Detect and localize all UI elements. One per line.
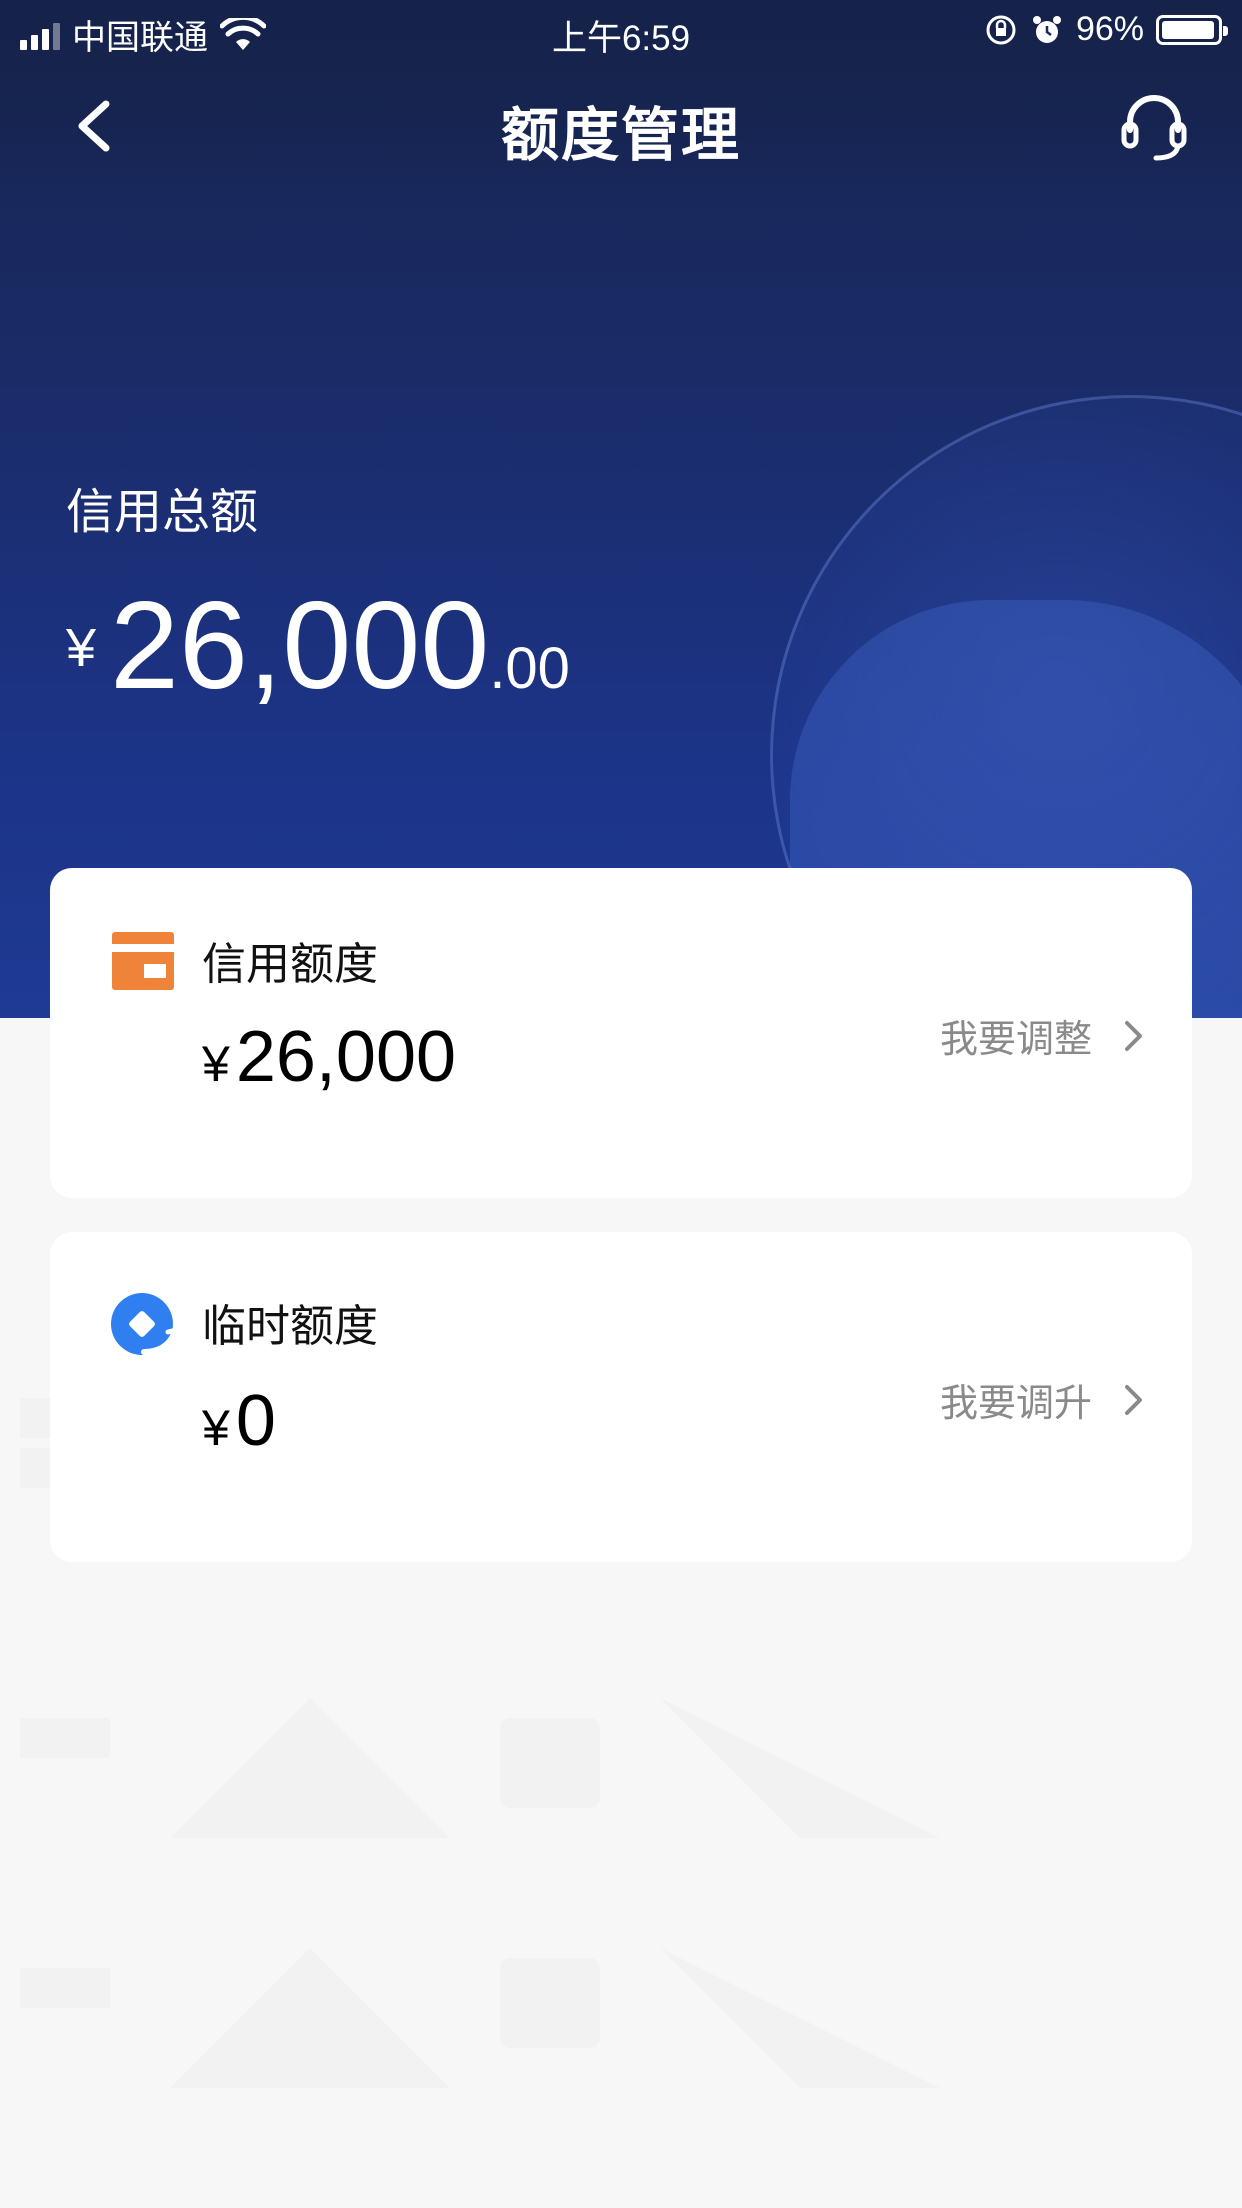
- temporary-limit-currency: ¥: [202, 1400, 230, 1456]
- status-bar: 中国联通 上午6:59 96%: [0, 0, 1242, 62]
- adjust-credit-label: 我要调整: [939, 1019, 1092, 1061]
- credit-limit-currency: ¥: [202, 1036, 230, 1092]
- credit-limit-title: 信用额度: [202, 940, 378, 989]
- chevron-right-icon: [1125, 1384, 1142, 1415]
- card-icon: [112, 932, 174, 990]
- temporary-limit-title: 临时额度: [202, 1302, 378, 1351]
- status-right: 96%: [984, 10, 1228, 49]
- temp-credit-icon: [111, 1293, 181, 1355]
- credit-limit-amount: ¥26,000: [202, 1016, 456, 1098]
- total-currency-symbol: ¥: [66, 618, 97, 678]
- orientation-lock-icon: [986, 15, 1016, 44]
- adjust-credit-button[interactable]: 我要调整: [940, 1008, 1146, 1063]
- nav-bar: 额度管理: [0, 62, 1242, 188]
- credit-limit-card[interactable]: 信用额度 ¥26,000 我要调整: [50, 868, 1192, 1198]
- battery-icon: [1156, 14, 1228, 45]
- temporary-limit-card[interactable]: 临时额度 ¥0 我要调升: [50, 1232, 1192, 1562]
- total-amount-integer: 26,000: [110, 577, 490, 715]
- total-amount-decimal: .00: [489, 636, 570, 701]
- battery-percent: 96%: [1075, 10, 1144, 48]
- page-title: 额度管理: [500, 103, 741, 168]
- total-credit-amount: ¥26,000.00: [66, 575, 570, 717]
- temporary-limit-value: 0: [235, 1381, 276, 1461]
- raise-temp-limit-button[interactable]: 我要调升: [940, 1372, 1146, 1427]
- alarm-icon: [1032, 15, 1061, 43]
- raise-temp-limit-label: 我要调升: [939, 1383, 1092, 1425]
- chevron-right-icon: [1125, 1020, 1142, 1051]
- customer-service-icon[interactable]: [1116, 88, 1192, 164]
- credit-limit-value: 26,000: [235, 1017, 457, 1097]
- temporary-limit-amount: ¥0: [202, 1380, 276, 1462]
- total-credit-label: 信用总额: [66, 486, 259, 539]
